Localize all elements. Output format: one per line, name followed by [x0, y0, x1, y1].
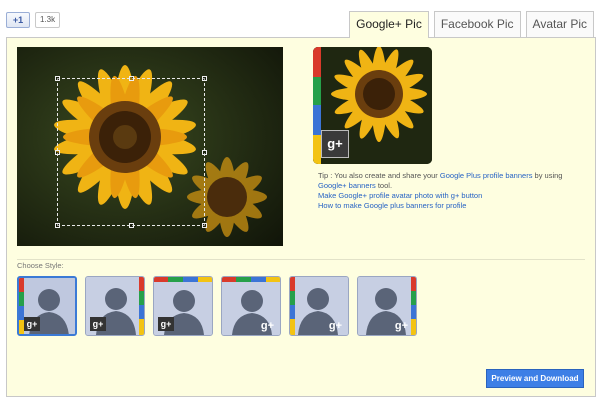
style-option-5[interactable]: g+: [289, 276, 349, 336]
plusone-widget: +1 1.3k: [6, 12, 61, 28]
tab-google-plus-pic[interactable]: Google+ Pic: [349, 11, 429, 38]
gplus-badge: g+: [24, 317, 40, 331]
link-google-plus-banners[interactable]: Google+ banners: [318, 181, 376, 190]
editor-panel: g+ Tip : You also create and share your …: [6, 37, 596, 397]
tip-suffix: tool.: [375, 181, 393, 190]
gplus-badge: g+: [394, 320, 408, 332]
gplus-badge: g+: [260, 320, 274, 332]
preview-and-download-button[interactable]: Preview and Download: [486, 369, 584, 388]
crop-handle-bottom[interactable]: [129, 223, 134, 228]
crop-selection-box[interactable]: [55, 76, 207, 228]
crop-handle-right[interactable]: [202, 150, 207, 155]
crop-handle-top-right[interactable]: [202, 76, 207, 81]
link-google-plus-profile-banners[interactable]: Google Plus profile banners: [440, 171, 533, 180]
crop-handle-top[interactable]: [129, 76, 134, 81]
style-option-4[interactable]: g+: [221, 276, 281, 336]
style-option-3[interactable]: g+: [153, 276, 213, 336]
crop-handle-bottom-right[interactable]: [202, 223, 207, 228]
crop-canvas[interactable]: [17, 47, 283, 246]
style-options: g+ g+ g+ g+ g+ g+: [17, 276, 417, 336]
gplus-badge: g+: [328, 320, 342, 332]
style-option-1[interactable]: g+: [17, 276, 77, 336]
style-option-6[interactable]: g+: [357, 276, 417, 336]
tip-prefix: Tip : You also create and share your: [318, 171, 440, 180]
tab-facebook-pic[interactable]: Facebook Pic: [433, 11, 521, 37]
tab-bar: Google+ Pic Facebook Pic Avatar Pic: [349, 11, 594, 38]
plusone-button[interactable]: +1: [6, 12, 30, 28]
gplus-badge: g+: [90, 317, 106, 331]
tip-text: Tip : You also create and share your Goo…: [318, 171, 588, 211]
divider: [17, 259, 585, 260]
tab-avatar-pic[interactable]: Avatar Pic: [525, 11, 594, 37]
choose-style-label: Choose Style:: [17, 261, 64, 270]
style-option-2[interactable]: g+: [85, 276, 145, 336]
crop-handle-top-left[interactable]: [55, 76, 60, 81]
link-make-avatar[interactable]: Make Google+ profile avatar photo with g…: [318, 191, 482, 200]
plusone-count: 1.3k: [35, 12, 61, 28]
avatar-preview: g+: [313, 47, 432, 164]
crop-handle-left[interactable]: [55, 150, 60, 155]
link-how-to-make-banners[interactable]: How to make Google plus banners for prof…: [318, 201, 466, 210]
gplus-badge: g+: [158, 317, 174, 331]
tip-middle: by using: [532, 171, 563, 180]
gplus-badge: g+: [321, 130, 349, 158]
crop-handle-bottom-left[interactable]: [55, 223, 60, 228]
